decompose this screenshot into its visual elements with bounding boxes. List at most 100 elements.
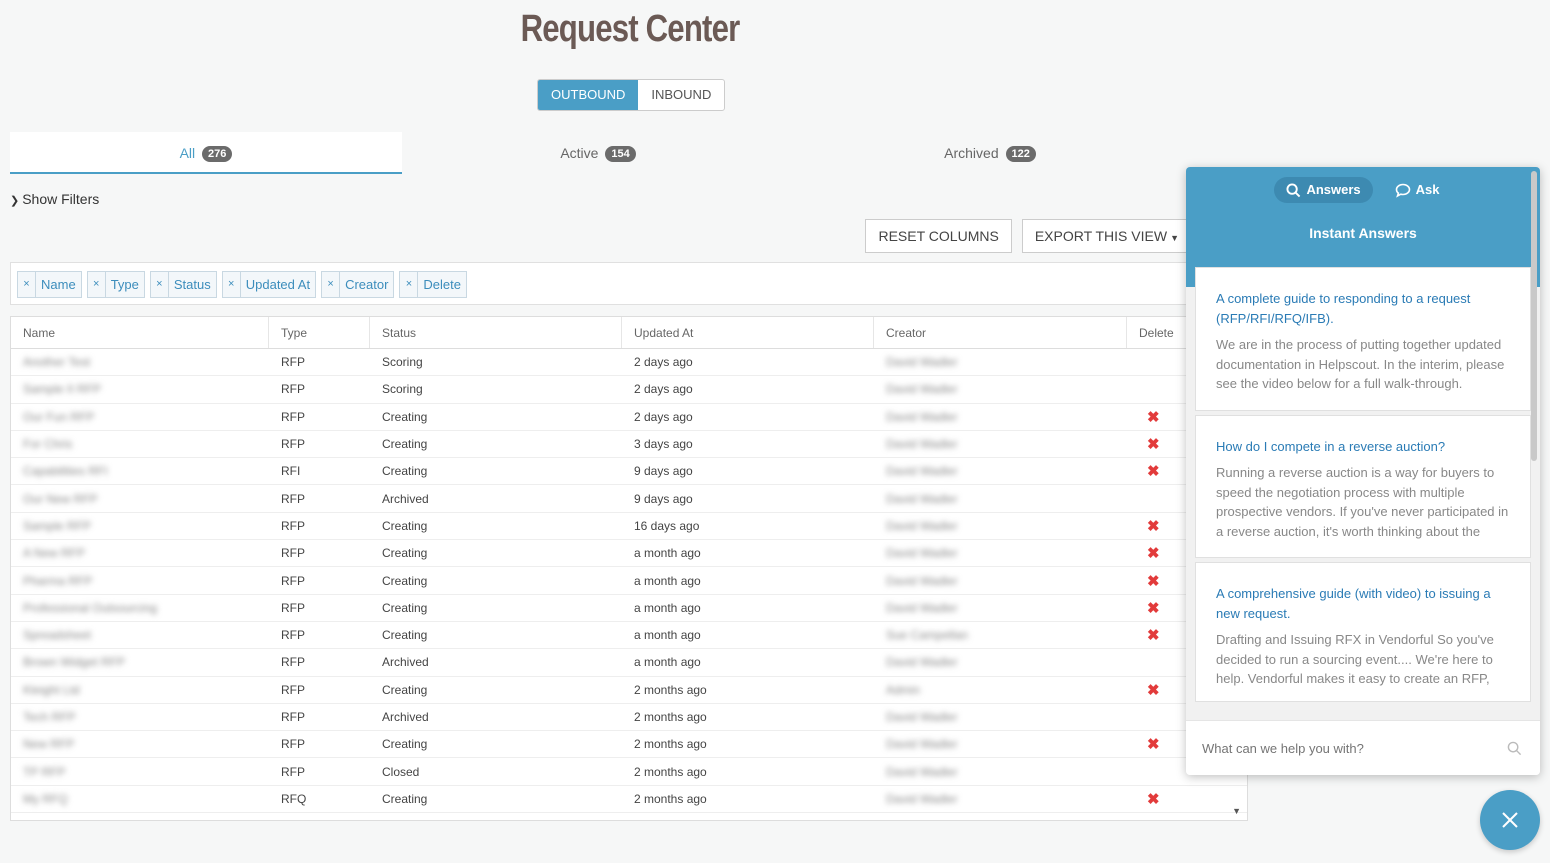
cell-name: Capabilities RFI bbox=[23, 464, 108, 479]
remove-icon[interactable]: × bbox=[223, 272, 241, 297]
cell-status: Creating bbox=[382, 791, 428, 806]
chevron-right-icon: ❯ bbox=[10, 195, 20, 207]
cell-updated-at: a month ago bbox=[634, 655, 701, 670]
cell-updated-at: 2 months ago bbox=[634, 737, 707, 752]
cell-status: Archived bbox=[382, 710, 429, 724]
answers-tab-label: Answers bbox=[1306, 182, 1361, 197]
table-row[interactable]: Brown Widget RFP RFP Archived a month ago Da… bbox=[11, 649, 1247, 677]
answer-card[interactable]: How do I compete in a reverse auction? R… bbox=[1195, 414, 1531, 558]
table-row[interactable]: Another Test RFP Scoring 2 days ago David Wa… bbox=[11, 349, 1247, 377]
delete-icon[interactable]: ✖ bbox=[1139, 791, 1160, 808]
cell-updated-at: 2 months ago bbox=[634, 682, 707, 697]
table-row[interactable]: Our New RFP RFP Archived 9 days ago David Wa… bbox=[11, 485, 1247, 513]
cell-creator: David Wadler bbox=[886, 546, 958, 561]
cell-updated-at: 9 days ago bbox=[634, 491, 693, 506]
remove-icon[interactable]: × bbox=[18, 272, 36, 297]
cell-creator: David Wadler bbox=[886, 710, 958, 724]
table-row[interactable]: TP RFP RFP Closed 2 months ago David Wadler bbox=[11, 758, 1247, 786]
chat-bubble-icon bbox=[1395, 183, 1410, 198]
table-row[interactable]: Professional Outsourcing RFP Creating a mon… bbox=[11, 595, 1247, 622]
delete-icon[interactable]: ✖ bbox=[1139, 682, 1160, 699]
cell-status: Scoring bbox=[382, 382, 423, 397]
table-row[interactable]: My RFQ RFQ Creating 2 months ago David Wadle… bbox=[11, 786, 1247, 814]
table-row[interactable]: Sample II RFP RFP Scoring 2 days ago David W… bbox=[11, 376, 1247, 404]
tab-archived-label: Archived bbox=[944, 145, 999, 161]
delete-icon[interactable]: ✖ bbox=[1139, 409, 1160, 426]
column-header-updated-at[interactable]: Updated At bbox=[622, 317, 874, 348]
cell-type: RFP bbox=[281, 655, 305, 670]
cell-name: TP RFP bbox=[23, 764, 66, 779]
cell-status: Archived bbox=[382, 655, 429, 670]
help-widget-title: Instant Answers bbox=[1309, 225, 1417, 241]
answer-card[interactable]: A comprehensive guide (with video) to is… bbox=[1195, 562, 1531, 702]
cell-creator: David Wadler bbox=[886, 437, 958, 452]
export-view-button[interactable]: EXPORT THIS VIEW ▼ bbox=[1021, 219, 1192, 253]
cell-type: RFP bbox=[281, 491, 305, 506]
close-help-button[interactable] bbox=[1480, 790, 1540, 850]
cell-creator: David Wadler bbox=[886, 491, 958, 506]
cell-updated-at: 2 days ago bbox=[634, 355, 693, 370]
help-search-input[interactable] bbox=[1202, 741, 1492, 756]
cell-delete: ✖ bbox=[1127, 790, 1237, 808]
delete-icon[interactable]: ✖ bbox=[1139, 600, 1160, 617]
delete-icon[interactable]: ✖ bbox=[1139, 545, 1160, 562]
cell-name: Sample II RFP bbox=[23, 382, 102, 397]
remove-icon[interactable]: × bbox=[400, 272, 419, 297]
caret-down-icon: ▼ bbox=[1170, 233, 1179, 243]
cell-updated-at: 2 months ago bbox=[634, 791, 707, 806]
table-row[interactable]: Kleight Ltd RFP Creating 2 months ago Admin ✖ bbox=[11, 677, 1247, 704]
cell-name: Another Test bbox=[23, 355, 91, 370]
inbound-button[interactable]: INBOUND bbox=[638, 80, 724, 110]
tab-active[interactable]: Active 154 bbox=[402, 132, 794, 174]
requests-table: Name Type Status Updated At Creator Dele… bbox=[10, 316, 1248, 821]
cell-status: Creating bbox=[382, 682, 428, 697]
table-row[interactable]: A New RFP RFP Creating a month ago David Wad… bbox=[11, 540, 1247, 568]
table-row[interactable]: Our Fun RFP RFP Creating 2 days ago David Wa… bbox=[11, 404, 1247, 431]
cell-type: RFP bbox=[281, 600, 305, 615]
table-row[interactable]: Spreadsheet RFP Creating a month ago Sue Cam… bbox=[11, 622, 1247, 650]
answers-tab[interactable]: Answers bbox=[1274, 177, 1373, 203]
remove-icon[interactable]: × bbox=[151, 272, 169, 297]
cell-type: RFI bbox=[281, 464, 301, 479]
delete-icon[interactable]: ✖ bbox=[1139, 627, 1160, 644]
delete-icon[interactable]: ✖ bbox=[1139, 463, 1160, 480]
cell-status: Creating bbox=[382, 628, 428, 643]
tab-archived[interactable]: Archived 122 bbox=[794, 132, 1186, 174]
ask-tab[interactable]: Ask bbox=[1383, 177, 1452, 203]
remove-icon[interactable]: × bbox=[322, 272, 341, 297]
table-row[interactable]: For Chris RFP Creating 3 days ago David Wadl… bbox=[11, 431, 1247, 459]
cell-name: Professional Outsourcing bbox=[23, 600, 158, 615]
cell-name: Our New RFP bbox=[23, 491, 98, 506]
delete-icon[interactable]: ✖ bbox=[1139, 436, 1160, 453]
cell-type: RFP bbox=[281, 546, 305, 561]
tab-active-label: Active bbox=[560, 145, 599, 161]
column-header-name[interactable]: Name bbox=[11, 317, 269, 348]
scroll-down-icon[interactable]: ▼ bbox=[1232, 806, 1241, 816]
table-row[interactable]: Capabilities RFI RFI Creating 9 days ago Dav… bbox=[11, 458, 1247, 486]
remove-icon[interactable]: × bbox=[88, 272, 106, 297]
reset-columns-button[interactable]: RESET COLUMNS bbox=[865, 219, 1012, 253]
table-row[interactable]: New RFP RFP Creating 2 months ago David Wadl… bbox=[11, 731, 1247, 759]
delete-icon[interactable]: ✖ bbox=[1139, 736, 1160, 753]
cell-status: Creating bbox=[382, 573, 428, 588]
show-filters-toggle[interactable]: ❯ Show Filters bbox=[10, 191, 99, 207]
chip-label: Delete bbox=[423, 277, 461, 292]
delete-icon[interactable]: ✖ bbox=[1139, 573, 1160, 590]
answer-card[interactable]: A complete guide to responding to a requ… bbox=[1195, 267, 1531, 411]
cell-creator: David Wadler bbox=[886, 518, 958, 533]
table-row[interactable]: Pharma RFP RFP Creating a month ago David Wa… bbox=[11, 567, 1247, 595]
search-icon[interactable] bbox=[1507, 741, 1522, 756]
table-row[interactable]: Tech RFP RFP Archived 2 months ago David Wad… bbox=[11, 704, 1247, 732]
table-row[interactable]: Sample RFP RFP Creating 16 days ago David Wa… bbox=[11, 513, 1247, 541]
outbound-button[interactable]: OUTBOUND bbox=[538, 80, 639, 110]
column-header-status[interactable]: Status bbox=[370, 317, 622, 348]
column-header-creator[interactable]: Creator bbox=[874, 317, 1127, 348]
column-header-type[interactable]: Type bbox=[269, 317, 370, 348]
delete-icon[interactable]: ✖ bbox=[1139, 518, 1160, 535]
answer-title: A complete guide to responding to a requ… bbox=[1216, 291, 1471, 326]
column-chip: × Updated At bbox=[221, 271, 317, 298]
tab-all[interactable]: All 276 bbox=[10, 132, 402, 174]
cell-updated-at: a month ago bbox=[634, 573, 701, 588]
cell-type: RFP bbox=[281, 437, 305, 452]
help-widget-scrollbar[interactable] bbox=[1531, 171, 1537, 461]
